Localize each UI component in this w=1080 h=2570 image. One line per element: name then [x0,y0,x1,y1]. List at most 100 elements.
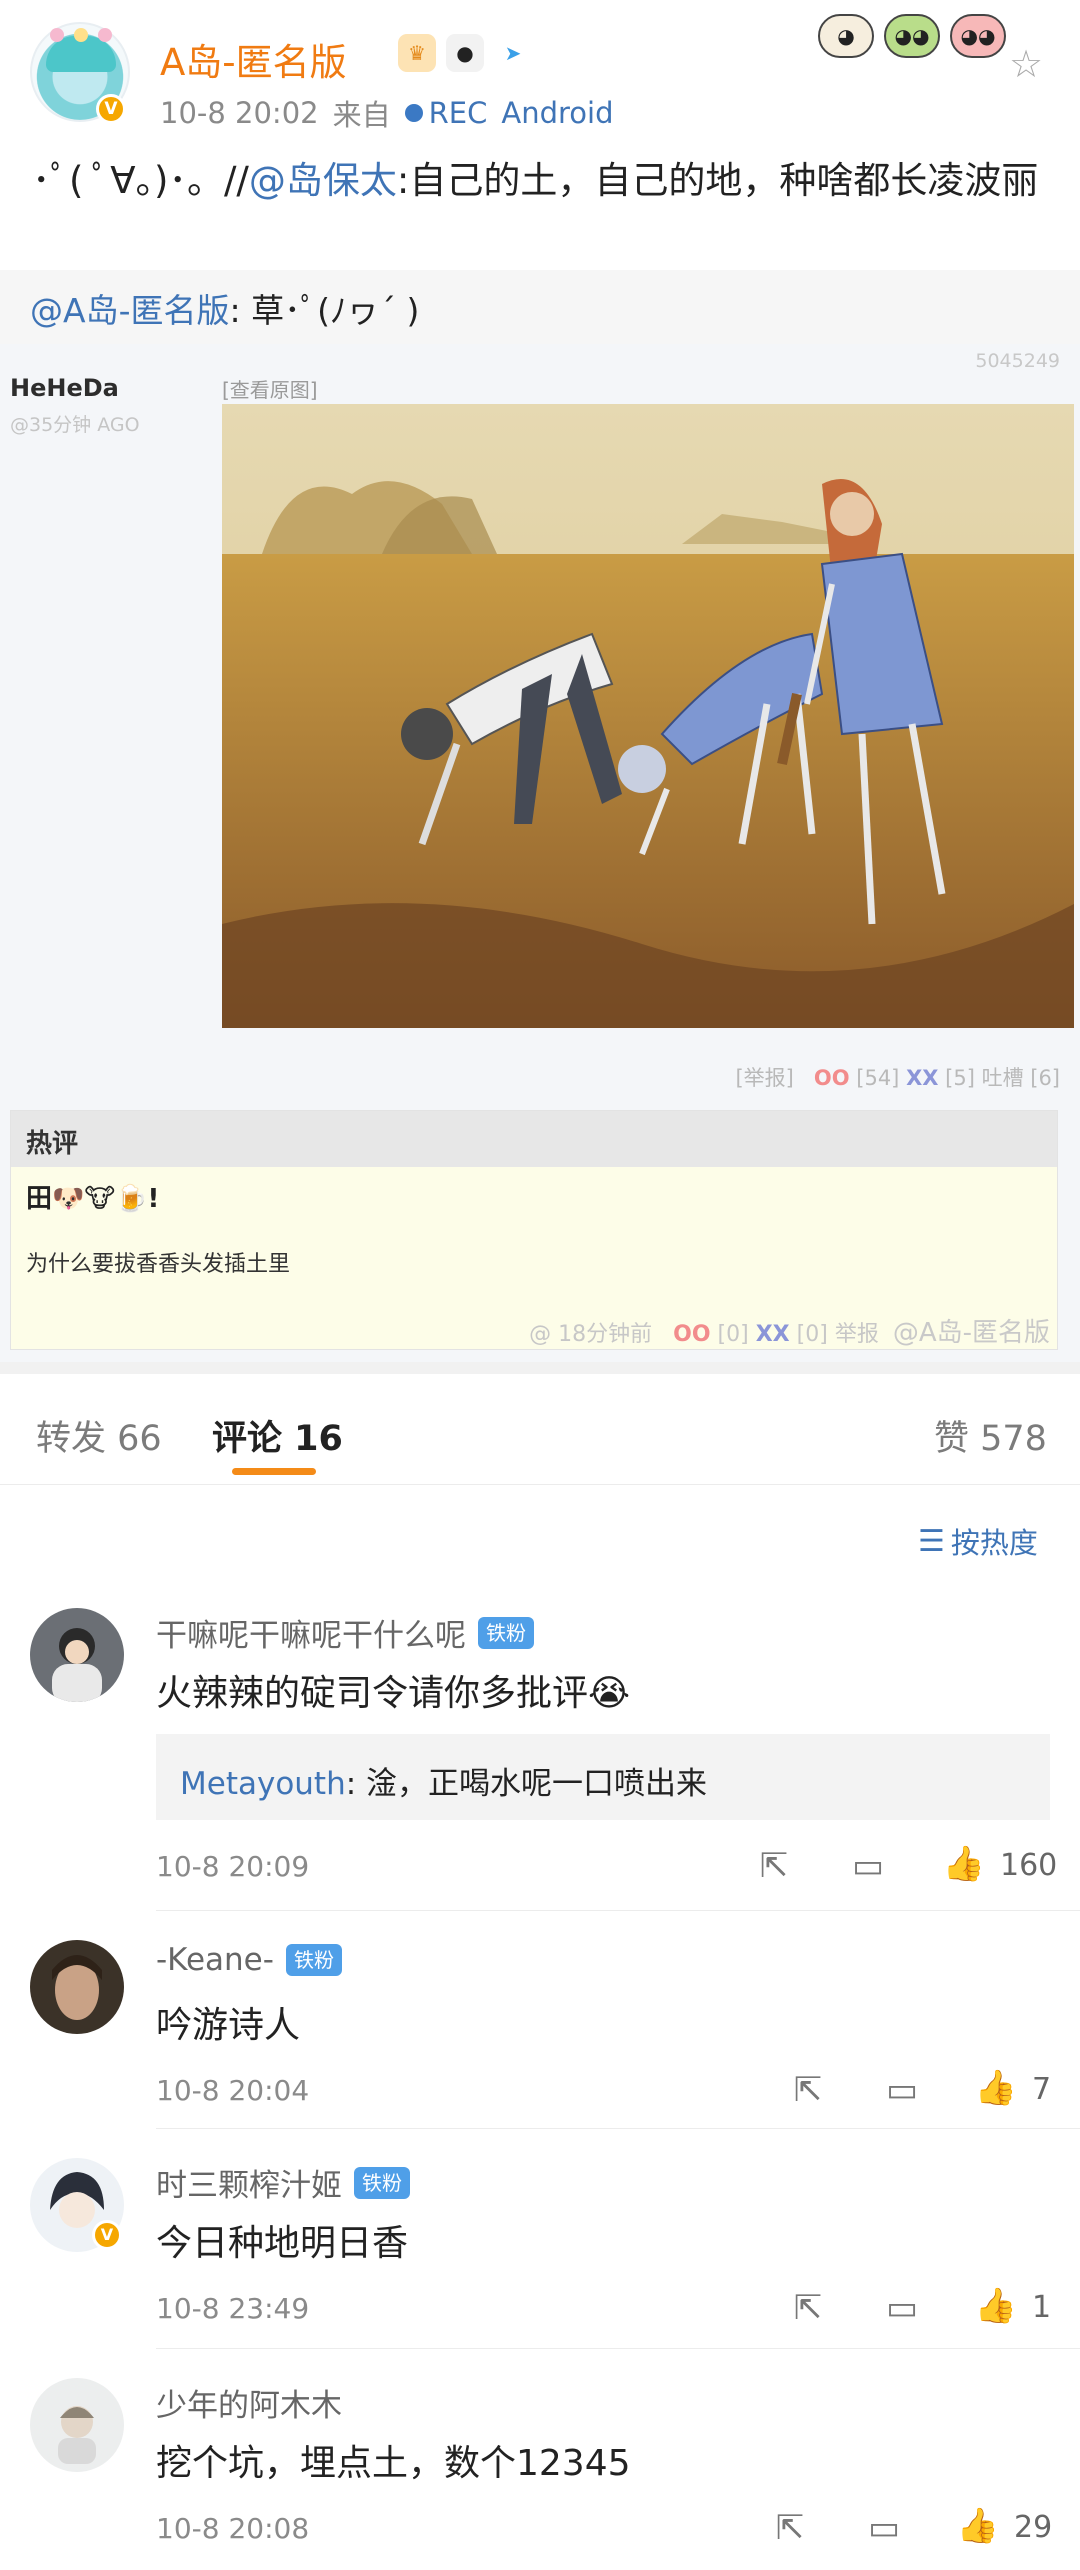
comment-reply: Metayouth: 淦，正喝水呢一口喷出来 [180,1758,707,1803]
reply-icon[interactable]: ▭ [846,1844,890,1888]
post-text-body: :自己的土，自己的地，种啥都长凌波丽 [396,159,1039,202]
reply-icon[interactable]: ▭ [880,2286,924,2330]
hot-oo-label: OO [673,1322,711,1347]
post-meta: 10-8 20:02 来自 REC Android [160,92,613,134]
tab-likes[interactable]: 赞 578 [934,1410,1047,1461]
like-count: 29 [1014,2510,1053,2545]
fan-badge: 铁粉 [285,1944,342,1976]
source-dot-icon [404,104,423,122]
forum-action-bar: [举报] OO [54] XX [5] 吐槽 [6] [735,1062,1060,1092]
share-icon[interactable]: ⇱ [786,2068,830,2112]
hot-comment-time: @ 18分钟前 [529,1322,653,1347]
repost-text: @A岛-匿名版: 草･ﾟ(ﾉヮ´ ) [30,284,419,332]
pig-sticker-icon: ◕◕ [950,14,1006,58]
like-count: 7 [1032,2072,1052,2107]
like-icon[interactable]: 👍 [974,2284,1018,2328]
comment-text: 火辣辣的碇司令请你多批评😭 [156,1673,631,1714]
sort-button[interactable]: ☰ 按热度 [918,1520,1038,1562]
crown-icon: ♛ [398,34,436,72]
post-text: ･ﾟ( ﾟ∀。)･。//@岛保太:自己的土，自己的地，种啥都长凌波丽 [32,156,1042,206]
weibo-watermark: @A岛-匿名版 [892,1318,1050,1348]
from-label: 来自 [332,98,391,132]
comment-text: 挖个坑，埋点土，数个12345 [156,2443,631,2484]
frog-sticker-icon: ◕◕ [884,14,940,58]
hot-oo-count: [0] [717,1322,749,1347]
repost-body: : 草･ﾟ(ﾉヮ´ ) [229,291,420,330]
report-link[interactable]: [举报] [735,1066,793,1090]
like-icon[interactable]: 👍 [974,2066,1018,2110]
post-mention[interactable]: @岛保太 [249,159,397,202]
hot-comment-emoji-line: 田🐶🐮🍺! [26,1184,160,1214]
gleaners-painting [222,404,1074,1028]
comment-author-name[interactable]: 时三颗榨汁姬 [156,2160,342,2205]
section-divider [0,1362,1080,1374]
post-device[interactable]: Android [501,96,613,130]
comment-text: 吟游诗人 [156,2005,301,2046]
author-badges: ♛ ● ➤ [398,34,532,72]
repost-mention[interactable]: @A岛-匿名版 [30,291,229,330]
sort-label: 按热度 [950,1526,1038,1560]
xx-count: [5] [945,1066,975,1090]
verified-badge-icon: V [96,94,126,124]
fan-badge: 铁粉 [478,1616,534,1649]
reply-icon[interactable]: ▭ [862,2506,906,2550]
comment-author-name[interactable]: 少年的阿木木 [156,2380,342,2425]
share-icon[interactable]: ⇱ [752,1844,796,1888]
share-icon[interactable]: ⇱ [786,2286,830,2330]
sticker-row: ◕ ◕◕ ◕◕ [818,14,1006,58]
hot-comment-header [11,1111,1057,1167]
tucao-link[interactable]: 吐槽 [6] [982,1066,1060,1090]
hot-comment-footer: @ 18分钟前 OO [0] XX [0] 举报 @A岛-匿名版 [529,1312,1050,1349]
comment-time: 10-8 20:08 [156,2512,310,2545]
favorite-star-icon[interactable]: ☆ [1006,44,1046,84]
share-icon[interactable]: ⇱ [768,2506,812,2550]
forum-poster-time: @35分钟 AGO [10,414,140,436]
like-icon[interactable]: 👍 [956,2504,1000,2548]
hot-comment-text: 为什么要拔香香头发插土里 [26,1252,291,1277]
like-icon[interactable]: 👍 [942,1842,986,1886]
comment-divider [156,1910,1080,1911]
like-count: 1 [1032,2290,1052,2325]
comment-author[interactable]: 干嘛呢干嘛呢干什么呢 铁粉 [156,1610,534,1655]
reply-icon[interactable]: ▭ [880,2068,924,2112]
post-time: 10-8 20:02 [160,96,319,130]
comment-time: 10-8 20:04 [156,2074,310,2107]
post-image[interactable] [222,404,1074,1028]
verified-badge-icon: V [92,2220,122,2250]
comment-avatar[interactable] [30,1608,124,1702]
view-original-link[interactable]: [查看原图] [222,374,318,403]
thread-id: 5045249 [975,350,1060,372]
forum-poster: HeHeDa [10,374,119,402]
comment-divider [156,2348,1080,2349]
xx-label[interactable]: XX [906,1066,938,1090]
hot-comment-title: 热评 [26,1129,79,1159]
oo-count: [54] [856,1066,900,1090]
comment-time: 10-8 23:49 [156,2292,310,2325]
author-name[interactable]: A岛-匿名版 [160,32,347,86]
like-count: 160 [1000,1848,1058,1883]
reply-author[interactable]: Metayouth [180,1766,346,1802]
sort-icon: ☰ [918,1523,945,1559]
hot-xx-label: XX [755,1322,790,1347]
comment-text: 今日种地明日香 [156,2223,409,2264]
comment-author-name[interactable]: 干嘛呢干嘛呢干什么呢 [156,1610,466,1655]
comment-author[interactable]: 少年的阿木木 [156,2380,342,2425]
comment-divider [156,2128,1080,2129]
panda-icon: ● [446,34,484,72]
tab-repost[interactable]: 转发 66 [36,1410,162,1461]
tab-comments[interactable]: 评论 16 [212,1410,343,1461]
comment-avatar[interactable] [30,1940,124,2034]
comment-author[interactable]: -Keane- 铁粉 [156,1942,342,1978]
comment-author-name[interactable]: -Keane- [156,1942,274,1978]
tab-bottom-border [0,1484,1080,1485]
comment-author[interactable]: 时三颗榨汁姬 铁粉 [156,2160,410,2205]
oo-label[interactable]: OO [814,1066,850,1090]
chick-sticker-icon: ◕ [818,14,874,58]
reply-text: : 淦，正喝水呢一口喷出来 [345,1766,708,1802]
comment-time: 10-8 20:09 [156,1850,310,1883]
paper-plane-icon: ➤ [504,41,522,65]
post-text-prefix: ･ﾟ( ﾟ∀。)･。// [32,159,249,202]
post-source[interactable]: REC [429,96,488,130]
hot-xx-count: [0] 举报 [796,1322,879,1347]
comment-avatar[interactable] [30,2378,124,2472]
